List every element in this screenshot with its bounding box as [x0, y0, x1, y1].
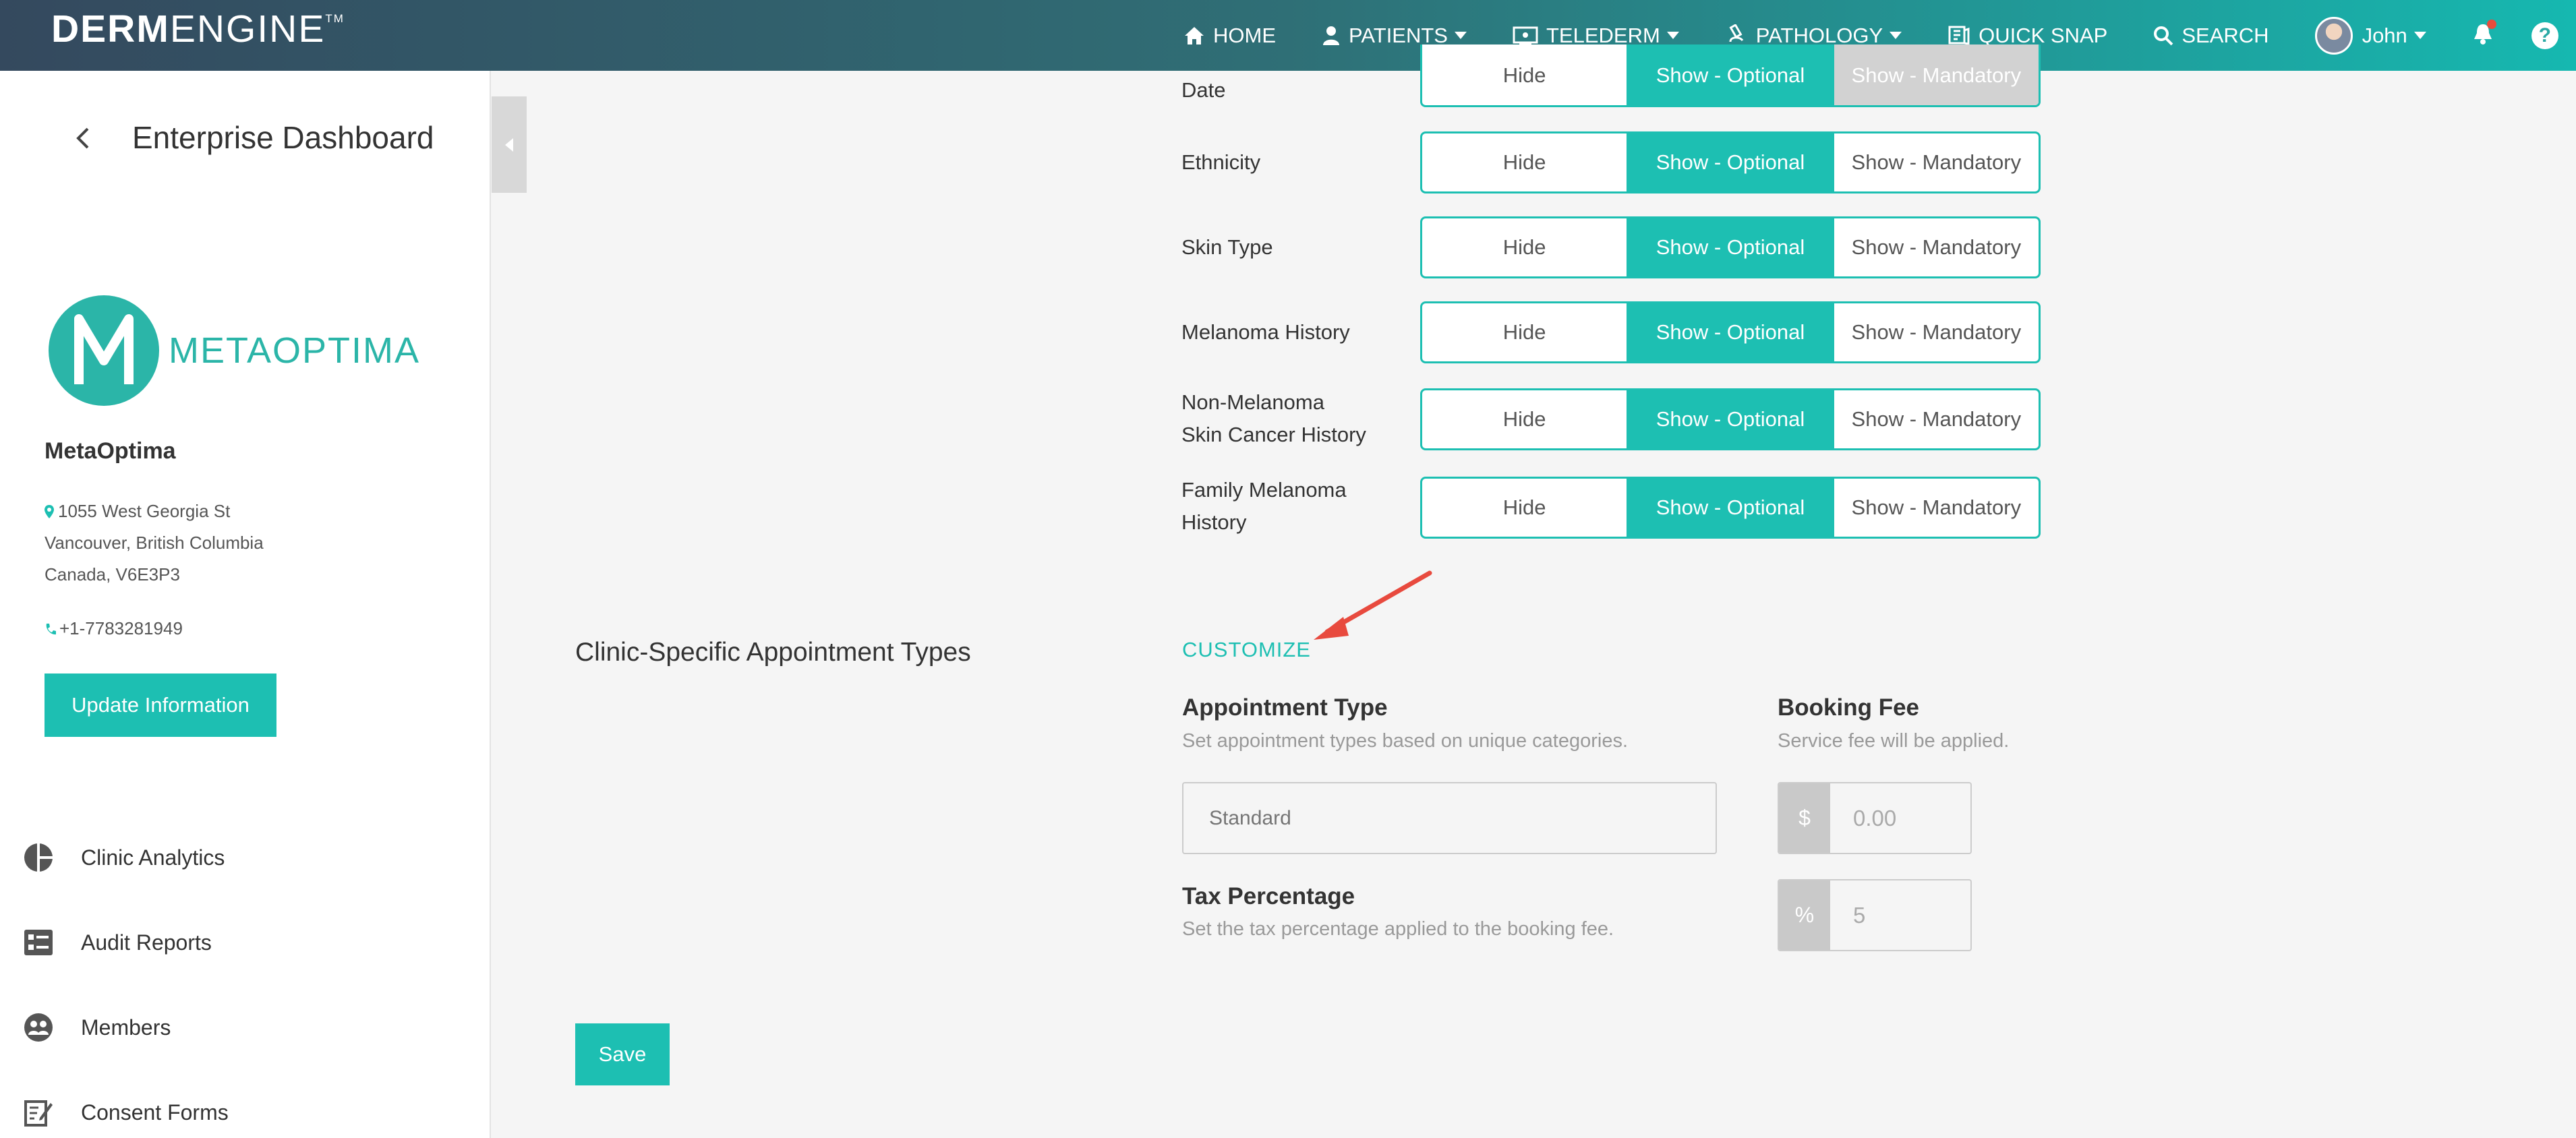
option-show-optional[interactable]: Show - Optional [1628, 218, 1834, 276]
save-button[interactable]: Save [575, 1023, 670, 1085]
booking-fee-title: Booking Fee [1778, 694, 1920, 721]
sidebar: Enterprise Dashboard METAOPTIMA MetaOpti… [0, 71, 491, 1138]
option-hide[interactable]: Hide [1422, 390, 1629, 448]
option-show-mandatory[interactable]: Show - Mandatory [1834, 390, 2039, 448]
customize-link[interactable]: CUSTOMIZE [1182, 638, 1311, 662]
caret-left-icon [505, 138, 513, 152]
sidebar-item-clinic-analytics[interactable]: Clinic Analytics [0, 815, 491, 900]
booking-fee-field[interactable]: $ 0.00 [1778, 782, 1972, 854]
option-show-mandatory[interactable]: Show - Mandatory [1834, 218, 2039, 276]
map-pin-icon [45, 505, 54, 518]
top-navbar: DERMENGINETM HOME PATIENTS TELEDERM PATH… [0, 0, 2576, 71]
chevron-down-icon [1666, 32, 1679, 39]
sidebar-menu: Clinic Analytics Audit Reports Members C… [0, 815, 491, 1138]
field-label-ethnicity: Ethnicity [1181, 150, 1261, 174]
option-show-optional[interactable]: Show - Optional [1628, 390, 1834, 448]
section-title-appointment-types: Clinic-Specific Appointment Types [575, 638, 971, 667]
sidebar-title: Enterprise Dashboard [132, 120, 434, 155]
sidebar-item-consent-forms[interactable]: Consent Forms [0, 1070, 491, 1138]
appointment-type-help: Set appointment types based on unique ca… [1182, 730, 1629, 752]
chevron-down-icon [2413, 32, 2426, 39]
field-label-date: Date [1181, 78, 1226, 102]
search-icon [2154, 26, 2173, 45]
option-show-mandatory[interactable]: Show - Mandatory [1834, 133, 2039, 191]
tax-percentage-value[interactable]: 5 [1830, 880, 1970, 950]
sidebar-item-audit-reports[interactable]: Audit Reports [0, 900, 491, 985]
visibility-toggle-family-melanoma-history: Hide Show - Optional Show - Mandatory [1420, 477, 2041, 539]
chevron-down-icon [1890, 32, 1902, 39]
option-show-mandatory[interactable]: Show - Mandatory [1834, 44, 2039, 105]
report-list-icon [23, 927, 54, 958]
members-icon [23, 1012, 54, 1043]
option-show-optional[interactable]: Show - Optional [1628, 44, 1834, 105]
notifications-button[interactable] [2472, 20, 2496, 49]
visibility-toggle-ethnicity: Hide Show - Optional Show - Mandatory [1420, 131, 2041, 193]
option-show-optional[interactable]: Show - Optional [1628, 303, 1834, 361]
field-label-melanoma-history: Melanoma History [1181, 320, 1350, 344]
dermengine-logo[interactable]: DERMENGINETM [51, 7, 345, 51]
chevron-down-icon [1454, 32, 1467, 39]
option-show-optional[interactable]: Show - Optional [1628, 133, 1834, 191]
annotation-arrow [1314, 570, 1432, 640]
percent-addon: % [1779, 880, 1830, 950]
notification-badge [2486, 20, 2496, 29]
tax-percentage-help: Set the tax percentage applied to the bo… [1182, 918, 1614, 940]
avatar [2314, 16, 2353, 55]
visibility-toggle-melanoma-history: Hide Show - Optional Show - Mandatory [1420, 301, 2041, 363]
quick-snap-icon [1948, 26, 1970, 45]
option-hide[interactable]: Hide [1422, 133, 1629, 191]
pie-chart-icon [23, 842, 54, 873]
address-line: Canada, V6E3P3 [45, 564, 180, 585]
field-label-non-melanoma-skin-cancer-history: Non-Melanoma Skin Cancer History [1181, 390, 1366, 446]
option-hide[interactable]: Hide [1422, 44, 1629, 105]
org-phone: +1-7783281949 [45, 618, 183, 639]
option-hide[interactable]: Hide [1422, 303, 1629, 361]
org-name: MetaOptima [45, 438, 176, 464]
home-icon [1185, 26, 1204, 44]
sidebar-collapse-toggle[interactable] [492, 96, 527, 193]
visibility-toggle-non-melanoma-skin-cancer-history: Hide Show - Optional Show - Mandatory [1420, 388, 2041, 450]
telederm-icon [1513, 26, 1538, 45]
tax-percentage-field[interactable]: % 5 [1778, 879, 1972, 951]
user-menu[interactable]: John [2314, 16, 2426, 55]
sidebar-header: Enterprise Dashboard [0, 111, 491, 165]
patients-icon [1323, 26, 1339, 45]
org-address: 1055 West Georgia St Vancouver, British … [45, 496, 264, 591]
nav-home[interactable]: HOME [1183, 24, 1276, 48]
option-hide[interactable]: Hide [1422, 218, 1629, 276]
back-arrow-icon[interactable] [70, 125, 97, 152]
currency-addon: $ [1779, 783, 1830, 853]
address-line: 1055 West Georgia St [45, 496, 264, 527]
field-label-skin-type: Skin Type [1181, 235, 1273, 259]
edit-form-icon [23, 1097, 54, 1128]
appointment-type-title: Appointment Type [1182, 694, 1388, 721]
option-show-mandatory[interactable]: Show - Mandatory [1834, 479, 2039, 537]
update-information-button[interactable]: Update Information [45, 673, 276, 737]
sidebar-item-members[interactable]: Members [0, 985, 491, 1070]
option-hide[interactable]: Hide [1422, 479, 1629, 537]
appointment-type-input[interactable] [1182, 782, 1717, 854]
org-logo-mark [49, 295, 159, 406]
option-show-mandatory[interactable]: Show - Mandatory [1834, 303, 2039, 361]
option-show-optional[interactable]: Show - Optional [1628, 479, 1834, 537]
address-line: Vancouver, British Columbia [45, 533, 264, 553]
phone-icon [46, 624, 56, 635]
booking-fee-value[interactable]: 0.00 [1830, 783, 1970, 853]
org-logo: METAOPTIMA [49, 293, 453, 408]
field-label-family-melanoma-history: Family Melanoma History [1181, 478, 1347, 534]
nav-search[interactable]: SEARCH [2153, 24, 2269, 48]
booking-fee-help: Service fee will be applied. [1778, 730, 2010, 752]
microscope-icon [1727, 24, 1745, 47]
tax-percentage-title: Tax Percentage [1182, 883, 1355, 909]
visibility-toggle-skin-type: Hide Show - Optional Show - Mandatory [1420, 216, 2041, 278]
help-icon[interactable]: ? [2531, 22, 2558, 49]
visibility-toggle-date: Hide Show - Optional Show - Mandatory [1420, 44, 2041, 107]
